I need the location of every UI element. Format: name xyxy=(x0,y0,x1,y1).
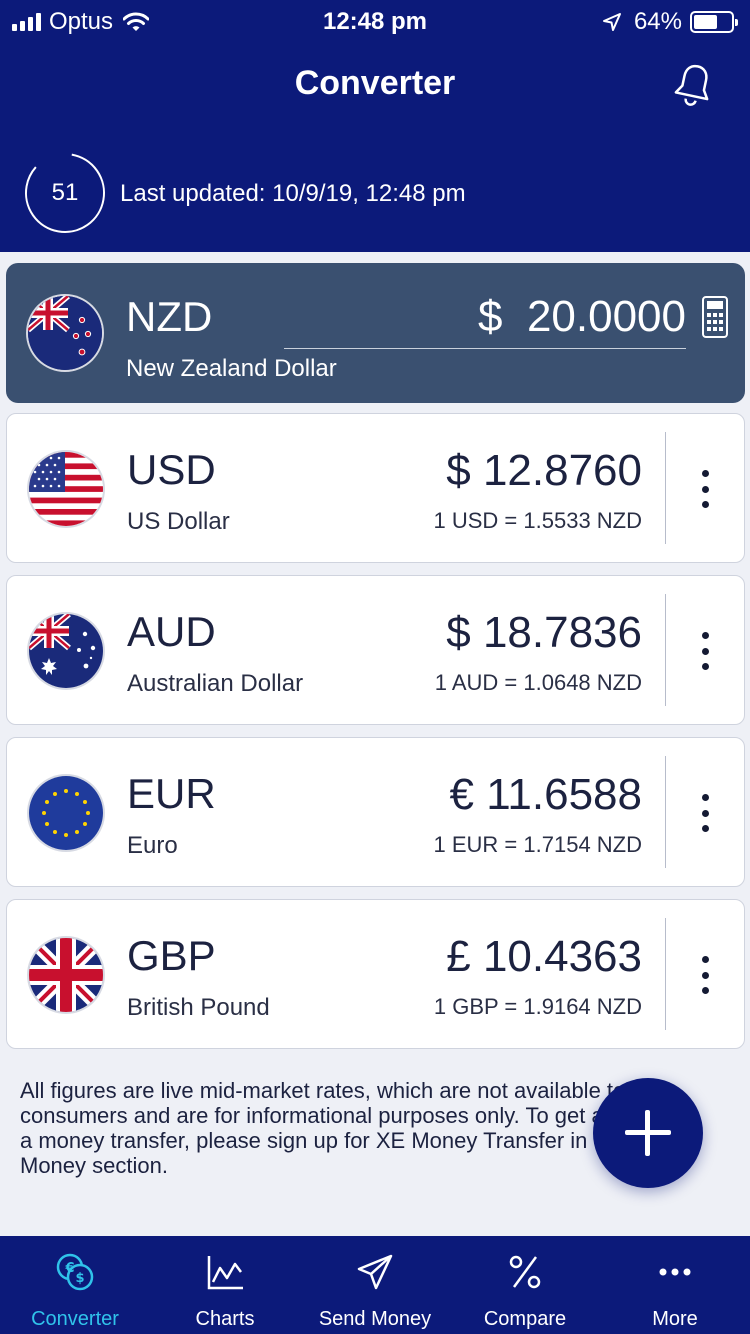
tab-label: Compare xyxy=(483,1308,567,1330)
tab-label: Converter xyxy=(31,1308,119,1330)
currency-name: British Pound xyxy=(127,994,270,1021)
tab-charts[interactable]: Charts xyxy=(150,1236,300,1334)
battery-percent: 64% xyxy=(633,8,682,35)
send-icon xyxy=(357,1254,393,1290)
tab-label: Charts xyxy=(195,1308,255,1330)
converted-amount: $ 12.8760 xyxy=(446,446,642,495)
base-currency-card[interactable]: NZD New Zealand Dollar xyxy=(6,263,745,403)
carrier-name: Optus xyxy=(49,8,114,35)
more-options-icon[interactable] xyxy=(683,790,727,836)
exchange-rate: 1 AUD = 1.0648 NZD xyxy=(434,670,642,695)
exchange-rate: 1 GBP = 1.9164 NZD xyxy=(433,994,642,1019)
tab-compare[interactable]: Compare xyxy=(450,1236,600,1334)
base-amount-input[interactable] xyxy=(284,287,686,347)
eu-flag-icon xyxy=(29,776,103,850)
wifi-icon xyxy=(123,12,150,31)
currency-card-usd[interactable]: USD US Dollar $ 12.8760 1 USD = 1.5533 N… xyxy=(6,413,745,563)
gb-flag-icon xyxy=(29,938,103,1012)
card-divider xyxy=(665,594,666,706)
last-updated-text: Last updated: 10/9/19, 12:48 pm xyxy=(120,180,466,207)
currency-name: Euro xyxy=(127,832,178,859)
currency-code: USD xyxy=(127,446,216,493)
currency-card-eur[interactable]: EUR Euro € 11.6588 1 EUR = 1.7154 NZD xyxy=(6,737,745,887)
signal-icon xyxy=(12,13,41,31)
tab-label: More xyxy=(652,1308,698,1330)
converted-amount: £ 10.4363 xyxy=(446,932,642,981)
base-currency-code: NZD xyxy=(126,293,213,340)
more-icon xyxy=(659,1268,691,1276)
currency-code: AUD xyxy=(127,608,216,655)
tab-more[interactable]: More xyxy=(600,1236,750,1334)
base-currency-name: New Zealand Dollar xyxy=(126,355,337,382)
more-options-icon[interactable] xyxy=(683,466,727,512)
converted-amount: $ 18.7836 xyxy=(446,608,642,657)
percent-icon xyxy=(509,1255,541,1289)
converter-icon: € $ xyxy=(56,1253,94,1291)
tab-converter[interactable]: € $ Converter xyxy=(0,1236,150,1334)
location-arrow-icon xyxy=(602,13,621,31)
refresh-timer-value: 51 xyxy=(51,179,79,206)
converted-amount: € 11.6588 xyxy=(449,770,642,819)
card-divider xyxy=(665,432,666,544)
card-divider xyxy=(665,756,666,868)
bell-icon[interactable] xyxy=(674,62,714,106)
chart-icon xyxy=(207,1256,243,1290)
au-flag-icon xyxy=(29,614,103,688)
svg-text:$: $ xyxy=(75,1271,84,1286)
nz-flag-icon xyxy=(28,296,102,370)
currency-name: US Dollar xyxy=(127,508,230,535)
exchange-rate: 1 USD = 1.5533 NZD xyxy=(433,508,642,533)
tab-bar: € $ Converter Charts Send Money Compare … xyxy=(0,1236,750,1334)
tab-label: Send Money xyxy=(318,1308,432,1330)
calculator-icon[interactable] xyxy=(702,296,728,338)
status-left: Optus xyxy=(12,8,150,36)
tab-send-money[interactable]: Send Money xyxy=(300,1236,450,1334)
app-header: Optus 12:48 pm 64% Converter 51 Last upd… xyxy=(0,0,750,252)
status-bar: Optus 12:48 pm 64% xyxy=(0,0,750,42)
currency-card-gbp[interactable]: GBP British Pound £ 10.4363 1 GBP = 1.91… xyxy=(6,899,745,1049)
us-flag-icon xyxy=(29,452,103,526)
currency-name: Australian Dollar xyxy=(127,670,304,697)
currency-code: EUR xyxy=(127,770,216,817)
currency-card-aud[interactable]: AUD Australian Dollar $ 18.7836 1 AUD = … xyxy=(6,575,745,725)
svg-text:€: € xyxy=(64,1261,74,1276)
page-title: Converter xyxy=(294,64,456,102)
exchange-rate: 1 EUR = 1.7154 NZD xyxy=(433,832,642,857)
more-options-icon[interactable] xyxy=(683,952,727,998)
more-options-icon[interactable] xyxy=(683,628,727,674)
currency-code: GBP xyxy=(127,932,216,979)
battery-level-fill xyxy=(694,15,718,29)
add-currency-button[interactable] xyxy=(593,1078,703,1188)
card-divider xyxy=(665,918,666,1030)
status-right: 64% xyxy=(602,8,738,36)
battery-icon xyxy=(690,11,738,33)
base-amount-field-wrap xyxy=(284,287,686,349)
